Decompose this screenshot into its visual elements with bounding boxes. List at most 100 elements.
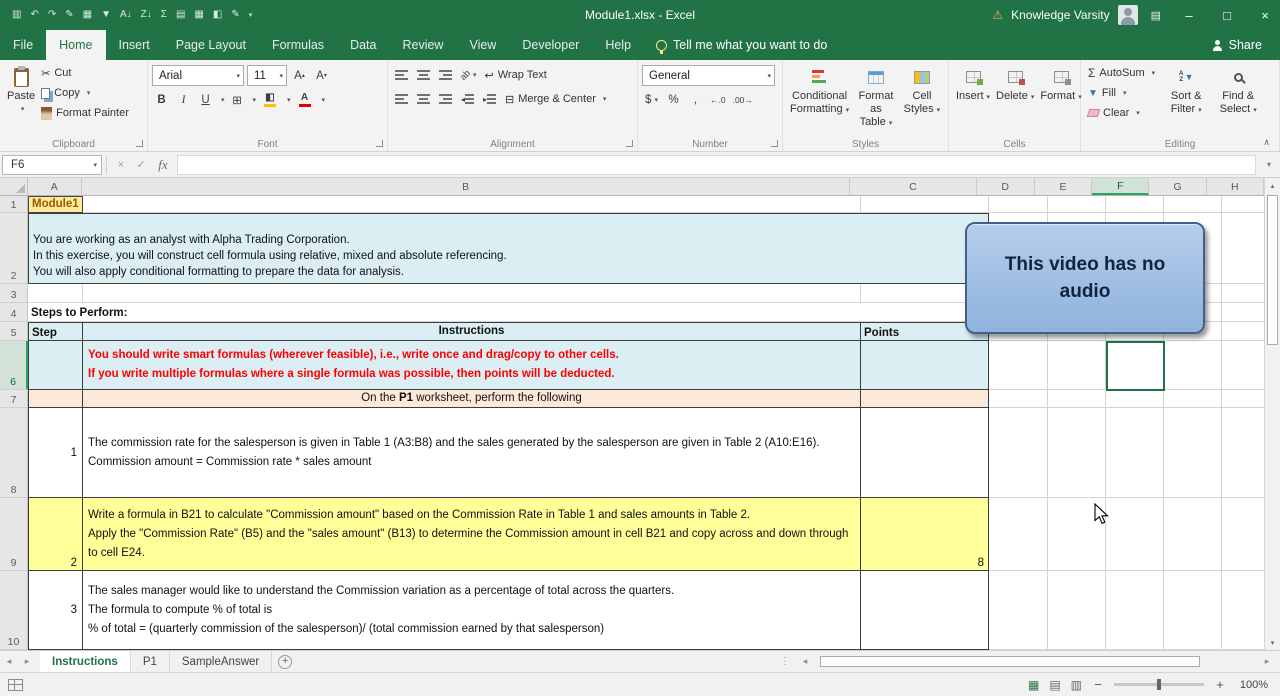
cell-B10-instruction[interactable]: The sales manager would like to understa… bbox=[83, 571, 861, 650]
select-all-corner[interactable] bbox=[0, 178, 28, 195]
cell-styles-button[interactable]: Cell Styles ▾ bbox=[900, 63, 944, 117]
paste-dropdown-icon[interactable]: ▾ bbox=[21, 103, 25, 116]
cell[interactable] bbox=[861, 196, 989, 213]
paste-button[interactable]: Paste ▾ bbox=[4, 63, 38, 123]
decrease-decimal-button[interactable]: .00→ bbox=[731, 90, 755, 109]
font-size-select[interactable]: 11 ▾ bbox=[247, 65, 287, 86]
column-header-A[interactable]: A bbox=[27, 178, 82, 195]
cell[interactable] bbox=[83, 284, 861, 303]
collapse-ribbon-icon[interactable]: ∧ bbox=[1263, 137, 1270, 148]
cell-B9-instruction[interactable]: Write a formula in B21 to calculate "Com… bbox=[83, 498, 861, 571]
ribbon-tab-home[interactable]: Home bbox=[46, 30, 106, 60]
page-break-view-icon[interactable]: ▥ bbox=[1071, 678, 1082, 692]
underline-dropdown-icon[interactable]: ▾ bbox=[221, 96, 225, 104]
normal-view-icon[interactable]: ▦ bbox=[1028, 678, 1039, 692]
increase-indent-button[interactable]: ▸ bbox=[480, 90, 499, 109]
percent-style-button[interactable]: % bbox=[664, 90, 683, 109]
row-header[interactable]: 4 bbox=[0, 303, 28, 322]
row-header[interactable]: 7 bbox=[0, 390, 28, 408]
fill-dropdown-icon[interactable]: ▾ bbox=[1123, 89, 1127, 97]
cell-C7[interactable] bbox=[861, 390, 989, 408]
scroll-up-icon[interactable]: ▴ bbox=[1265, 178, 1280, 193]
subtotal-icon[interactable]: Σ bbox=[157, 0, 171, 30]
cell-A2-intro-block[interactable]: You are working as an analyst with Alpha… bbox=[28, 213, 989, 284]
vertical-scrollbar-thumb[interactable] bbox=[1267, 195, 1278, 345]
scroll-right-icon[interactable]: ▸ bbox=[1258, 656, 1276, 667]
empty-cells[interactable] bbox=[989, 408, 1264, 498]
column-header-B[interactable]: B bbox=[81, 178, 851, 195]
sheet-tab-instructions[interactable]: Instructions bbox=[40, 651, 131, 672]
save-icon[interactable]: ▥ bbox=[8, 0, 25, 30]
scroll-left-icon[interactable]: ◂ bbox=[796, 656, 814, 667]
cell-A9-step-number[interactable]: 2 bbox=[28, 498, 83, 571]
cell-A6[interactable] bbox=[28, 341, 83, 390]
column-header-F[interactable]: F bbox=[1092, 178, 1150, 195]
font-color-button[interactable]: A bbox=[294, 90, 316, 109]
cell-A4-steps-heading[interactable]: Steps to Perform: bbox=[28, 303, 989, 322]
customize-qat-icon[interactable]: ▾ bbox=[244, 11, 258, 19]
tab-splitter-icon[interactable]: ⋮ bbox=[776, 656, 794, 667]
name-box-dropdown-icon[interactable]: ▾ bbox=[93, 161, 101, 169]
ribbon-tab-formulas[interactable]: Formulas bbox=[259, 30, 337, 60]
page-layout-view-icon[interactable]: ▤ bbox=[1049, 678, 1060, 692]
ribbon-display-options-icon[interactable]: ▤ bbox=[1146, 9, 1166, 22]
formula-input[interactable] bbox=[177, 154, 1256, 175]
column-header-H[interactable]: H bbox=[1206, 178, 1264, 195]
user-avatar[interactable] bbox=[1117, 5, 1138, 25]
freeze-panes-icon[interactable]: ▤ bbox=[172, 0, 189, 30]
new-sheet-button[interactable]: + bbox=[272, 651, 298, 672]
row-header[interactable]: 1 bbox=[0, 196, 28, 213]
autosum-button[interactable]: Σ AutoSum ▾ bbox=[1085, 63, 1158, 83]
font-size-dropdown-icon[interactable]: ▾ bbox=[279, 72, 283, 80]
previous-sheet-icon[interactable]: ◂ bbox=[0, 651, 18, 672]
row-header[interactable]: 6 bbox=[0, 341, 28, 390]
horizontal-scrollbar[interactable]: ⋮ ◂ ▸ bbox=[776, 651, 1280, 672]
format-brush-icon[interactable]: ✎ bbox=[61, 0, 77, 30]
align-left-button[interactable] bbox=[392, 90, 411, 109]
cell[interactable] bbox=[83, 196, 861, 213]
autosum-dropdown-icon[interactable]: ▾ bbox=[1152, 69, 1156, 77]
align-bottom-button[interactable] bbox=[436, 66, 455, 85]
empty-cells[interactable] bbox=[989, 571, 1264, 650]
merge-center-dropdown-icon[interactable]: ▾ bbox=[603, 95, 607, 103]
number-format-dropdown-icon[interactable]: ▾ bbox=[767, 72, 771, 80]
cell-A1[interactable]: Module1 bbox=[28, 196, 83, 213]
ribbon-tab-help[interactable]: Help bbox=[592, 30, 644, 60]
row-header[interactable]: 5 bbox=[0, 322, 28, 341]
empty-cells[interactable] bbox=[989, 390, 1264, 408]
maximize-button[interactable]: □ bbox=[1212, 0, 1242, 30]
notification-label[interactable]: Knowledge Varsity bbox=[1011, 8, 1110, 22]
cell-A7[interactable] bbox=[28, 390, 83, 408]
decrease-font-size-button[interactable]: A ▾ bbox=[312, 66, 331, 85]
clipboard-dialog-launcher-icon[interactable] bbox=[136, 140, 143, 147]
merge-center-button[interactable]: ⊟ Merge & Center ▾ bbox=[502, 89, 609, 109]
notification-warning-icon[interactable]: ⚠ bbox=[992, 8, 1003, 22]
row-header[interactable]: 3 bbox=[0, 284, 28, 303]
sheet-tab-p1[interactable]: P1 bbox=[131, 651, 170, 672]
row-header[interactable]: 9 bbox=[0, 498, 28, 571]
sort-descending-icon[interactable]: Z↓ bbox=[137, 0, 156, 30]
format-painter-button[interactable]: Format Painter bbox=[38, 103, 132, 123]
fill-color-icon[interactable]: ◧ bbox=[209, 0, 226, 30]
horizontal-scrollbar-track[interactable] bbox=[816, 654, 1256, 669]
align-middle-button[interactable] bbox=[414, 66, 433, 85]
borders-dropdown-icon[interactable]: ▾ bbox=[253, 96, 257, 104]
cell-C6[interactable] bbox=[861, 341, 989, 390]
insert-function-button[interactable]: fx bbox=[151, 157, 175, 173]
copy-button[interactable]: Copy ▾ bbox=[38, 83, 132, 103]
align-right-button[interactable] bbox=[436, 90, 455, 109]
tell-me-box[interactable]: Tell me what you want to do bbox=[656, 38, 827, 54]
zoom-slider[interactable] bbox=[1114, 679, 1204, 690]
align-center-button[interactable] bbox=[414, 90, 433, 109]
format-cells-button[interactable]: Format ▾ bbox=[1037, 63, 1084, 104]
cell-C10-points[interactable] bbox=[861, 571, 989, 650]
row-header[interactable]: 8 bbox=[0, 408, 28, 498]
row-header[interactable]: 2 bbox=[0, 213, 28, 284]
borders-button[interactable]: ⊞ bbox=[228, 90, 247, 109]
enter-formula-icon[interactable]: ✓ bbox=[131, 158, 151, 171]
font-family-dropdown-icon[interactable]: ▾ bbox=[236, 72, 240, 80]
empty-cells[interactable] bbox=[989, 341, 1264, 390]
font-family-select[interactable]: Arial ▾ bbox=[152, 65, 244, 86]
cancel-formula-icon[interactable]: × bbox=[111, 159, 131, 171]
underline-button[interactable]: U bbox=[196, 90, 215, 109]
